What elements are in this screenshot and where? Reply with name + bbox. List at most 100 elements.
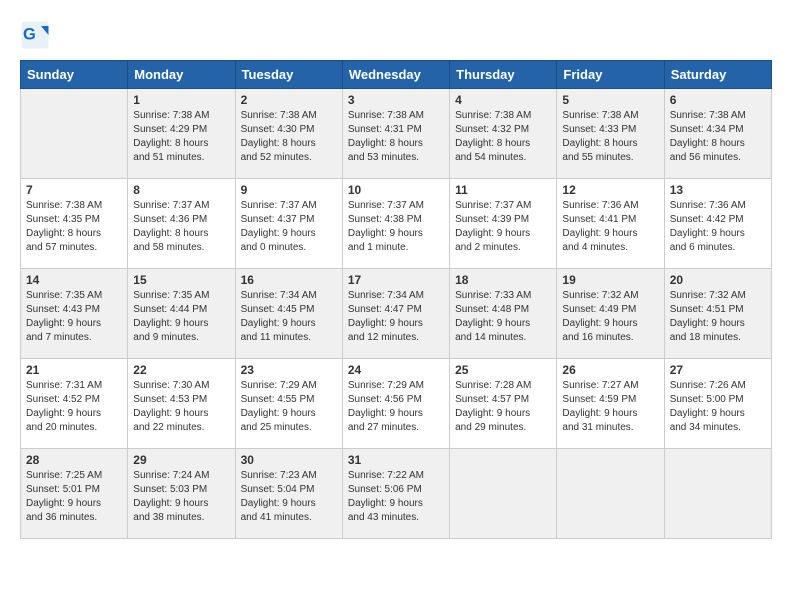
day-number: 13 bbox=[670, 183, 766, 197]
day-number: 6 bbox=[670, 93, 766, 107]
calendar-week-row: 28 Sunrise: 7:25 AM Sunset: 5:01 PM Dayli… bbox=[21, 449, 772, 539]
calendar-table: SundayMondayTuesdayWednesdayThursdayFrid… bbox=[20, 60, 772, 539]
calendar-body: 1 Sunrise: 7:38 AM Sunset: 4:29 PM Daylig… bbox=[21, 89, 772, 539]
day-number: 10 bbox=[348, 183, 444, 197]
weekday-header-monday: Monday bbox=[128, 61, 235, 89]
calendar-cell: 17Sunrise: 7:34 AM Sunset: 4:47 PM Dayli… bbox=[342, 269, 449, 359]
day-info: Sunrise: 7:35 AM Sunset: 4:43 PM Dayligh… bbox=[26, 289, 122, 345]
day-info: Sunrise: 7:37 AM Sunset: 4:39 PM Dayligh… bbox=[455, 199, 551, 255]
day-number: 25 bbox=[455, 363, 551, 377]
day-info: Sunrise: 7:29 AM Sunset: 4:55 PM Dayligh… bbox=[241, 379, 337, 435]
weekday-header-sunday: Sunday bbox=[21, 61, 128, 89]
calendar-week-row: 1 Sunrise: 7:38 AM Sunset: 4:29 PM Daylig… bbox=[21, 89, 772, 179]
day-number: 9 bbox=[241, 183, 337, 197]
day-info: Sunrise: 7:38 AM Sunset: 4:35 PM Dayligh… bbox=[26, 199, 122, 255]
day-info: Sunrise: 7:34 AM Sunset: 4:47 PM Dayligh… bbox=[348, 289, 444, 345]
day-info: Sunrise: 7:27 AM Sunset: 4:59 PM Dayligh… bbox=[562, 379, 658, 435]
day-number: 18 bbox=[455, 273, 551, 287]
day-number: 19 bbox=[562, 273, 658, 287]
weekday-header-wednesday: Wednesday bbox=[342, 61, 449, 89]
calendar-cell bbox=[664, 449, 771, 539]
calendar-cell: 13Sunrise: 7:36 AM Sunset: 4:42 PM Dayli… bbox=[664, 179, 771, 269]
calendar-cell: 3 Sunrise: 7:38 AM Sunset: 4:31 PM Daylig… bbox=[342, 89, 449, 179]
calendar-cell: 26 Sunrise: 7:27 AM Sunset: 4:59 PM Dayli… bbox=[557, 359, 664, 449]
day-info: Sunrise: 7:23 AM Sunset: 5:04 PM Dayligh… bbox=[241, 469, 337, 525]
day-number: 2 bbox=[241, 93, 337, 107]
day-number: 3 bbox=[348, 93, 444, 107]
day-info: Sunrise: 7:30 AM Sunset: 4:53 PM Dayligh… bbox=[133, 379, 229, 435]
day-info: Sunrise: 7:34 AM Sunset: 4:45 PM Dayligh… bbox=[241, 289, 337, 345]
day-info: Sunrise: 7:36 AM Sunset: 4:41 PM Dayligh… bbox=[562, 199, 658, 255]
calendar-week-row: 14 Sunrise: 7:35 AM Sunset: 4:43 PM Dayli… bbox=[21, 269, 772, 359]
day-info: Sunrise: 7:22 AM Sunset: 5:06 PM Dayligh… bbox=[348, 469, 444, 525]
svg-text:G: G bbox=[23, 26, 36, 44]
day-number: 22 bbox=[133, 363, 229, 377]
calendar-cell bbox=[450, 449, 557, 539]
day-number: 1 bbox=[133, 93, 229, 107]
day-number: 26 bbox=[562, 363, 658, 377]
calendar-cell: 22 Sunrise: 7:30 AM Sunset: 4:53 PM Dayli… bbox=[128, 359, 235, 449]
calendar-cell: 11 Sunrise: 7:37 AM Sunset: 4:39 PM Dayli… bbox=[450, 179, 557, 269]
calendar-cell: 10 Sunrise: 7:37 AM Sunset: 4:38 PM Dayli… bbox=[342, 179, 449, 269]
day-number: 11 bbox=[455, 183, 551, 197]
day-info: Sunrise: 7:26 AM Sunset: 5:00 PM Dayligh… bbox=[670, 379, 766, 435]
calendar-cell: 29 Sunrise: 7:24 AM Sunset: 5:03 PM Dayli… bbox=[128, 449, 235, 539]
calendar-cell bbox=[557, 449, 664, 539]
calendar-cell: 25Sunrise: 7:28 AM Sunset: 4:57 PM Dayli… bbox=[450, 359, 557, 449]
day-info: Sunrise: 7:37 AM Sunset: 4:36 PM Dayligh… bbox=[133, 199, 229, 255]
calendar-cell: 28 Sunrise: 7:25 AM Sunset: 5:01 PM Dayli… bbox=[21, 449, 128, 539]
day-number: 16 bbox=[241, 273, 337, 287]
calendar-cell: 15 Sunrise: 7:35 AM Sunset: 4:44 PM Dayli… bbox=[128, 269, 235, 359]
day-info: Sunrise: 7:29 AM Sunset: 4:56 PM Dayligh… bbox=[348, 379, 444, 435]
day-number: 24 bbox=[348, 363, 444, 377]
calendar-cell: 27 Sunrise: 7:26 AM Sunset: 5:00 PM Dayli… bbox=[664, 359, 771, 449]
calendar-cell: 14 Sunrise: 7:35 AM Sunset: 4:43 PM Dayli… bbox=[21, 269, 128, 359]
calendar-cell: 24 Sunrise: 7:29 AM Sunset: 4:56 PM Dayli… bbox=[342, 359, 449, 449]
day-info: Sunrise: 7:25 AM Sunset: 5:01 PM Dayligh… bbox=[26, 469, 122, 525]
day-number: 15 bbox=[133, 273, 229, 287]
day-number: 31 bbox=[348, 453, 444, 467]
day-info: Sunrise: 7:31 AM Sunset: 4:52 PM Dayligh… bbox=[26, 379, 122, 435]
calendar-cell: 2 Sunrise: 7:38 AM Sunset: 4:30 PM Daylig… bbox=[235, 89, 342, 179]
day-number: 30 bbox=[241, 453, 337, 467]
calendar-cell: 31 Sunrise: 7:22 AM Sunset: 5:06 PM Dayli… bbox=[342, 449, 449, 539]
calendar-cell: 20Sunrise: 7:32 AM Sunset: 4:51 PM Dayli… bbox=[664, 269, 771, 359]
logo-icon: G bbox=[20, 20, 50, 50]
calendar-cell: 30 Sunrise: 7:23 AM Sunset: 5:04 PM Dayli… bbox=[235, 449, 342, 539]
calendar-cell: 5 Sunrise: 7:38 AM Sunset: 4:33 PM Daylig… bbox=[557, 89, 664, 179]
day-number: 14 bbox=[26, 273, 122, 287]
day-info: Sunrise: 7:35 AM Sunset: 4:44 PM Dayligh… bbox=[133, 289, 229, 345]
page-header: G bbox=[20, 20, 772, 50]
day-number: 27 bbox=[670, 363, 766, 377]
day-number: 21 bbox=[26, 363, 122, 377]
calendar-cell: 1 Sunrise: 7:38 AM Sunset: 4:29 PM Daylig… bbox=[128, 89, 235, 179]
logo: G bbox=[20, 20, 54, 50]
day-info: Sunrise: 7:24 AM Sunset: 5:03 PM Dayligh… bbox=[133, 469, 229, 525]
weekday-header-thursday: Thursday bbox=[450, 61, 557, 89]
calendar-week-row: 21 Sunrise: 7:31 AM Sunset: 4:52 PM Dayli… bbox=[21, 359, 772, 449]
day-number: 28 bbox=[26, 453, 122, 467]
day-info: Sunrise: 7:37 AM Sunset: 4:37 PM Dayligh… bbox=[241, 199, 337, 255]
calendar-cell: 18 Sunrise: 7:33 AM Sunset: 4:48 PM Dayli… bbox=[450, 269, 557, 359]
day-info: Sunrise: 7:38 AM Sunset: 4:30 PM Dayligh… bbox=[241, 109, 337, 165]
day-number: 4 bbox=[455, 93, 551, 107]
weekday-header-saturday: Saturday bbox=[664, 61, 771, 89]
calendar-cell: 19 Sunrise: 7:32 AM Sunset: 4:49 PM Dayli… bbox=[557, 269, 664, 359]
weekday-header-friday: Friday bbox=[557, 61, 664, 89]
day-info: Sunrise: 7:37 AM Sunset: 4:38 PM Dayligh… bbox=[348, 199, 444, 255]
weekday-header-tuesday: Tuesday bbox=[235, 61, 342, 89]
calendar-header: SundayMondayTuesdayWednesdayThursdayFrid… bbox=[21, 61, 772, 89]
calendar-cell: 12 Sunrise: 7:36 AM Sunset: 4:41 PM Dayli… bbox=[557, 179, 664, 269]
day-info: Sunrise: 7:38 AM Sunset: 4:31 PM Dayligh… bbox=[348, 109, 444, 165]
day-info: Sunrise: 7:32 AM Sunset: 4:49 PM Dayligh… bbox=[562, 289, 658, 345]
day-number: 29 bbox=[133, 453, 229, 467]
calendar-cell: 4 Sunrise: 7:38 AM Sunset: 4:32 PM Daylig… bbox=[450, 89, 557, 179]
day-number: 5 bbox=[562, 93, 658, 107]
calendar-cell: 23Sunrise: 7:29 AM Sunset: 4:55 PM Dayli… bbox=[235, 359, 342, 449]
day-number: 12 bbox=[562, 183, 658, 197]
day-info: Sunrise: 7:33 AM Sunset: 4:48 PM Dayligh… bbox=[455, 289, 551, 345]
day-info: Sunrise: 7:38 AM Sunset: 4:33 PM Dayligh… bbox=[562, 109, 658, 165]
day-info: Sunrise: 7:38 AM Sunset: 4:29 PM Dayligh… bbox=[133, 109, 229, 165]
day-info: Sunrise: 7:38 AM Sunset: 4:32 PM Dayligh… bbox=[455, 109, 551, 165]
calendar-cell: 16 Sunrise: 7:34 AM Sunset: 4:45 PM Dayli… bbox=[235, 269, 342, 359]
